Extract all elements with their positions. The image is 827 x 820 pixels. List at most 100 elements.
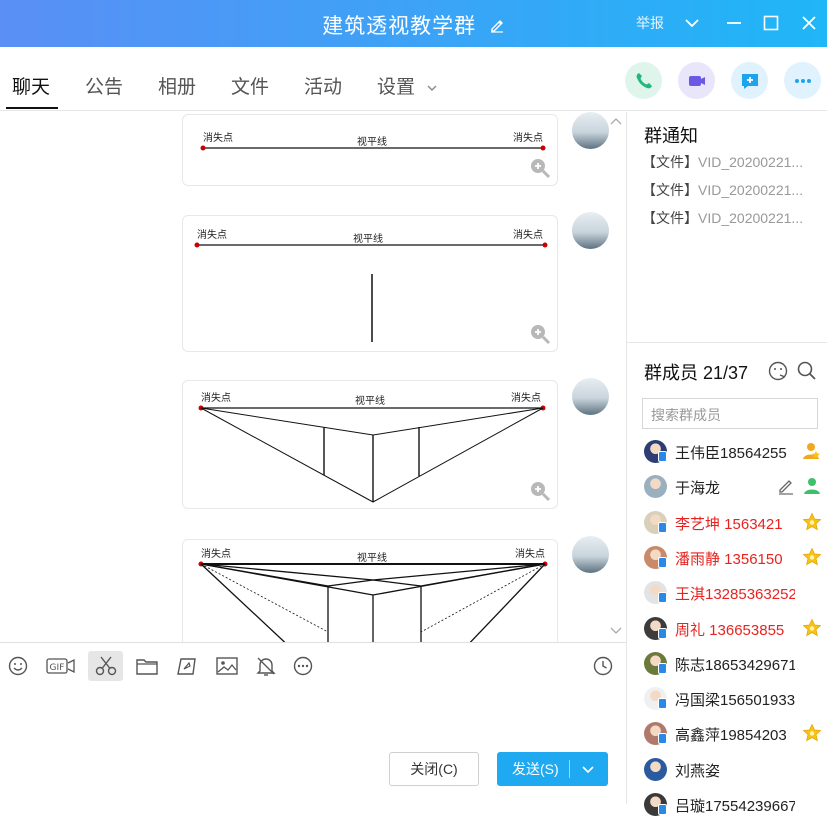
tab-activity[interactable]: 活动 — [304, 72, 342, 99]
chevron-down-icon — [427, 85, 437, 91]
member-row[interactable]: 周礼 136653855 — [644, 614, 824, 644]
svg-text:GIF: GIF — [50, 663, 65, 673]
add-app-button[interactable] — [731, 62, 768, 99]
member-search-input[interactable]: 搜索群成员 — [642, 398, 818, 429]
member-name: 高鑫萍19854203 — [675, 727, 787, 745]
more-icon — [794, 78, 811, 83]
member-row[interactable]: 冯国梁15650193395 — [644, 684, 824, 714]
scroll-up-icon[interactable] — [610, 116, 622, 126]
image-message[interactable]: 消失点 消失点 视平线 — [182, 539, 558, 642]
notice-tag: 【文件】 — [642, 154, 698, 170]
divider — [627, 342, 827, 343]
member-name: 王伟臣18564255 — [675, 445, 787, 462]
tab-chat[interactable]: 聊天 — [12, 72, 50, 99]
member-name: 陈志18653429671 — [675, 656, 795, 674]
mobile-online-icon — [658, 521, 667, 533]
chat-messages[interactable]: 消失点 消失点 视平线 消失点 消失点 视平线 消失点 消失点 视平线 消失点 … — [0, 112, 626, 642]
member-row[interactable]: 吕璇17554239667 — [644, 790, 824, 820]
edit-title-icon[interactable] — [489, 15, 505, 39]
mobile-online-icon — [658, 592, 667, 604]
title-bar: 建筑透视教学群 举报 — [0, 0, 827, 47]
notice-title: 群通知 — [644, 126, 698, 146]
close-button[interactable]: 关闭(C) — [389, 752, 479, 786]
tab-announcement[interactable]: 公告 — [85, 72, 123, 99]
chevron-down-icon[interactable] — [681, 12, 703, 34]
member-row[interactable]: 刘燕姿 — [644, 755, 824, 785]
zoom-in-icon[interactable] — [529, 323, 551, 345]
member-row[interactable]: 李艺坤 1563421 — [644, 508, 824, 538]
more-icon[interactable] — [290, 653, 316, 679]
video-call-button[interactable] — [678, 62, 715, 99]
folder-icon[interactable] — [134, 653, 160, 679]
member-row[interactable]: 王淇13285363252 — [644, 578, 824, 608]
star-icon — [802, 512, 822, 532]
notice-tag: 【文件】 — [642, 210, 698, 226]
zoom-in-icon[interactable] — [529, 157, 551, 179]
perspective-drawing — [198, 561, 548, 642]
phone-icon — [636, 72, 652, 88]
report-link[interactable]: 举报 — [636, 13, 664, 33]
screenshot-icon[interactable] — [88, 651, 123, 681]
tab-settings[interactable]: 设置 — [377, 72, 438, 99]
image-message[interactable]: 消失点 消失点 视平线 — [182, 215, 558, 352]
scroll-down-icon[interactable] — [610, 626, 622, 636]
active-tab-indicator — [6, 107, 58, 109]
star-icon — [802, 547, 822, 567]
minimize-icon[interactable] — [723, 12, 745, 34]
member-settings-icon[interactable] — [767, 360, 789, 382]
tab-files[interactable]: 文件 — [231, 72, 269, 99]
avatar[interactable] — [572, 112, 609, 149]
voice-call-button[interactable] — [625, 62, 662, 99]
zoom-in-icon[interactable] — [529, 480, 551, 502]
notice-item[interactable]: 【文件】VID_20200221... — [642, 208, 825, 228]
avatar[interactable] — [644, 757, 667, 781]
tab-album[interactable]: 相册 — [158, 72, 196, 99]
avatar[interactable] — [572, 212, 609, 249]
chevron-down-icon[interactable] — [581, 763, 595, 775]
owner-icon — [802, 441, 822, 461]
notice-tag: 【文件】 — [642, 182, 698, 198]
history-icon[interactable] — [590, 653, 616, 679]
image-message[interactable]: 消失点 消失点 视平线 — [182, 380, 558, 509]
notice-file: VID_20200221... — [698, 210, 804, 226]
member-row[interactable]: 陈志18653429671 — [644, 649, 824, 679]
mobile-online-icon — [658, 804, 667, 815]
member-row[interactable]: 王伟臣18564255 — [644, 437, 824, 467]
more-options-button[interactable] — [784, 62, 821, 99]
search-icon[interactable] — [796, 360, 818, 382]
image-message[interactable]: 消失点 消失点 视平线 — [182, 114, 558, 186]
message-input[interactable] — [0, 686, 626, 804]
bell-icon[interactable] — [253, 653, 279, 679]
video-icon — [688, 75, 705, 86]
close-icon[interactable] — [798, 12, 820, 34]
send-button[interactable]: 发送(S) — [497, 752, 608, 786]
tab-settings-label: 设置 — [377, 77, 416, 98]
mobile-online-icon — [658, 733, 667, 745]
notice-item[interactable]: 【文件】VID_20200221... — [642, 152, 825, 172]
member-name: 周礼 136653855 — [675, 621, 785, 639]
admin-icon — [802, 476, 822, 496]
perspective-drawing — [198, 405, 546, 503]
member-row[interactable]: 高鑫萍19854203 — [644, 719, 824, 749]
doodle-icon[interactable] — [174, 653, 200, 679]
send-label: 发送(S) — [512, 761, 559, 777]
star-icon — [802, 618, 822, 638]
member-row[interactable]: 于海龙 — [644, 472, 824, 502]
member-name: 王淇13285363252 — [675, 586, 795, 604]
member-row[interactable]: 潘雨静 1356150 — [644, 543, 824, 573]
member-name: 吕璇17554239667 — [675, 798, 795, 815]
avatar[interactable] — [572, 378, 609, 415]
emoji-icon[interactable] — [5, 653, 31, 679]
notice-file: VID_20200221... — [698, 154, 804, 170]
right-panel: 群通知 【文件】VID_20200221... 【文件】VID_20200221… — [626, 112, 827, 816]
image-icon[interactable] — [214, 653, 240, 679]
maximize-icon[interactable] — [760, 12, 782, 34]
avatar[interactable] — [644, 475, 667, 499]
member-name: 李艺坤 1563421 — [675, 515, 783, 533]
mobile-online-icon — [658, 662, 667, 674]
avatar[interactable] — [572, 536, 609, 573]
gif-icon[interactable]: GIF — [46, 653, 76, 679]
message-toolbar: GIF — [0, 642, 626, 686]
edit-icon[interactable] — [776, 476, 796, 496]
notice-item[interactable]: 【文件】VID_20200221... — [642, 180, 825, 200]
